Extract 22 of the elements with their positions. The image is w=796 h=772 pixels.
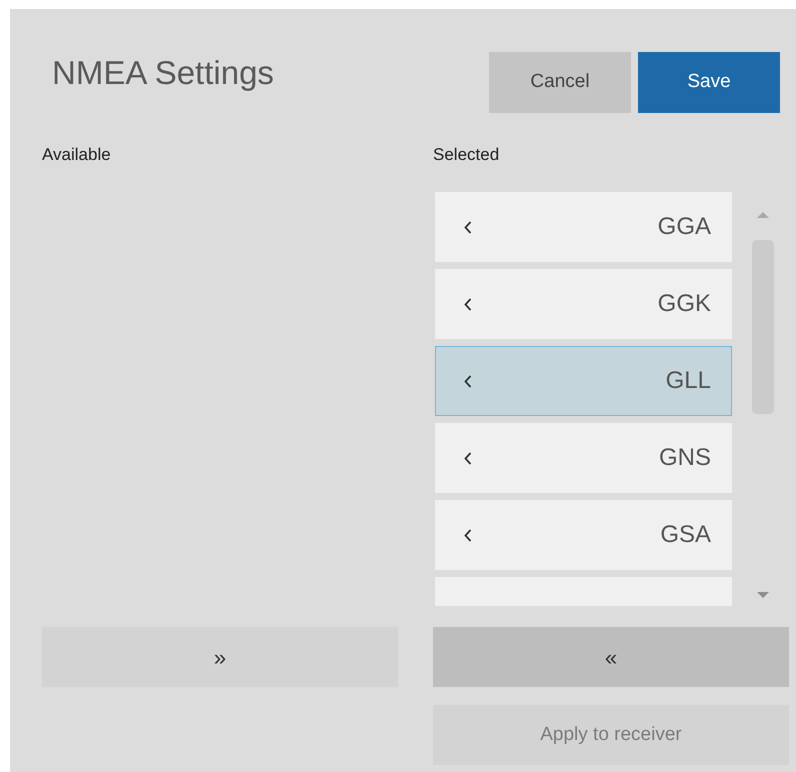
- list-item[interactable]: GNS: [435, 423, 732, 493]
- chevron-left-icon: [464, 528, 472, 542]
- chevron-left-icon: [464, 220, 472, 234]
- chevron-left-icon: [464, 298, 472, 310]
- item-label: GGK: [658, 289, 711, 319]
- list-item[interactable]: GLL: [435, 346, 732, 416]
- list-item[interactable]: GSA: [435, 500, 732, 570]
- list-item[interactable]: GGK: [435, 269, 732, 339]
- item-label: GNS: [658, 443, 711, 473]
- save-button[interactable]: Save: [638, 52, 780, 113]
- item-label: GSA: [660, 520, 711, 550]
- move-button[interactable]: «: [433, 627, 789, 687]
- chevron-left-icon: [464, 452, 472, 464]
- cancel-button[interactable]: Cancel: [489, 52, 631, 113]
- column-heading: Selected: [433, 144, 500, 166]
- chevron-left-icon: [464, 374, 472, 388]
- dialog-title: NMEA Settings: [52, 53, 274, 93]
- move-button[interactable]: »: [42, 627, 398, 687]
- list-item[interactable]: GGA: [435, 192, 732, 262]
- item-label: GGA: [658, 212, 711, 242]
- item-label: GLL: [666, 366, 711, 396]
- column-heading: Available: [42, 144, 111, 166]
